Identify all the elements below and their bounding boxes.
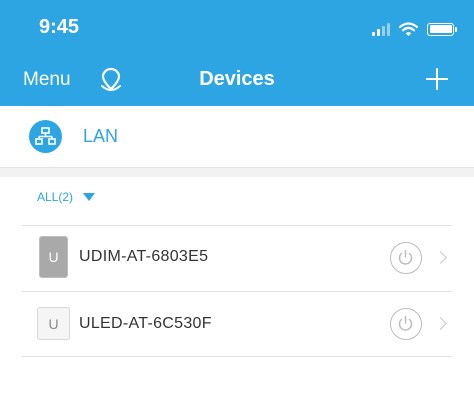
device-badge: U	[37, 307, 70, 340]
network-icon	[29, 120, 62, 153]
list-divider	[22, 356, 452, 357]
status-icons	[372, 20, 457, 38]
network-label: LAN	[83, 126, 119, 146]
filter-label: ALL(2)	[37, 190, 74, 204]
location-swirl-icon[interactable]	[97, 66, 125, 94]
status-time: 9:45	[39, 16, 80, 38]
device-filter-dropdown[interactable]: ALL(2)	[37, 190, 96, 204]
device-name: UDIM-AT-6803E5	[79, 248, 209, 265]
caret-down-icon	[83, 193, 96, 201]
chevron-right-icon	[434, 251, 447, 264]
page-title: Devices	[199, 68, 275, 90]
device-row-udim[interactable]: U UDIM-AT-6803E5	[0, 226, 474, 290]
wifi-icon	[399, 21, 418, 36]
chevron-right-icon	[434, 317, 447, 330]
menu-button[interactable]: Menu	[23, 69, 71, 91]
plus-icon[interactable]	[424, 66, 450, 92]
battery-icon	[427, 22, 457, 36]
power-icon[interactable]	[390, 242, 422, 274]
device-badge: U	[39, 236, 68, 278]
device-row-uled[interactable]: U ULED-AT-6C530F	[0, 292, 474, 356]
device-name: ULED-AT-6C530F	[79, 315, 212, 332]
app-header: 9:45 Menu Devices	[0, 0, 474, 106]
section-divider	[0, 167, 474, 177]
network-row[interactable]: LAN	[0, 106, 474, 167]
signal-icon	[372, 22, 390, 36]
power-icon[interactable]	[390, 308, 422, 340]
